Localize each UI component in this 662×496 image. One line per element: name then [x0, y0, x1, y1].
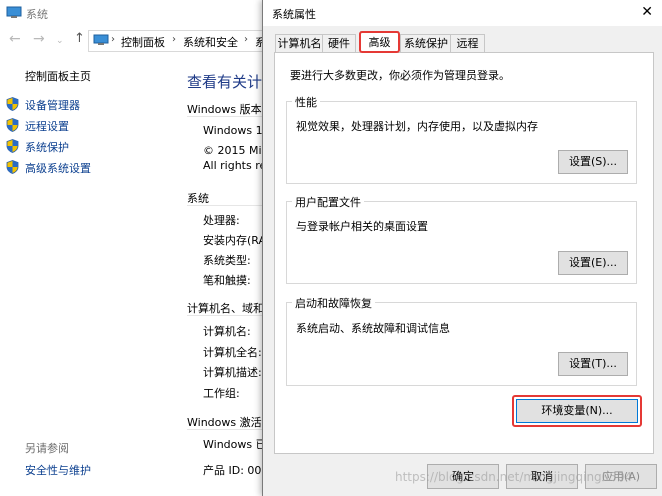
screen: 系统 ← → ⌄ ↑ › 控制面板 › 系统和安全 › 系 控制面板主页 设备管…: [0, 0, 662, 496]
sidebar-item-label: 高级系统设置: [25, 162, 91, 175]
system-type-label: 系统类型:: [203, 254, 251, 267]
tab-hardware[interactable]: 硬件: [322, 34, 356, 52]
section-divider: [187, 205, 262, 206]
user-profiles-group: 用户配置文件 与登录帐户相关的桌面设置 设置(E)...: [286, 194, 637, 284]
performance-group: 性能 视觉效果，处理器计划，内存使用，以及虚拟内存 设置(S)...: [286, 94, 637, 184]
shield-icon: [6, 139, 19, 153]
breadcrumb-separator-icon: ›: [172, 34, 176, 45]
close-icon[interactable]: ✕: [641, 3, 653, 21]
section-divider: [187, 116, 262, 117]
dialog-title: 系统属性: [272, 8, 316, 21]
full-name-label: 计算机全名:: [203, 346, 262, 359]
see-also-heading: 另请参阅: [25, 442, 69, 455]
user-profiles-settings-button[interactable]: 设置(E)...: [558, 251, 628, 275]
workgroup-label: 工作组:: [203, 387, 240, 400]
pen-touch-label: 笔和触摸:: [203, 274, 251, 287]
activation-heading: Windows 激活: [187, 416, 262, 429]
system-window-title: 系统: [26, 8, 48, 21]
shield-icon: [6, 118, 19, 132]
sidebar-item-label: 远程设置: [25, 120, 69, 133]
up-arrow-icon[interactable]: ↑: [74, 31, 85, 47]
windows-name: Windows 10: [203, 124, 270, 137]
control-panel-icon: [93, 34, 109, 45]
tab-system-protection[interactable]: 系统保护: [400, 34, 452, 52]
breadcrumb-separator-icon: ›: [111, 34, 115, 45]
windows-edition-heading: Windows 版本: [187, 103, 262, 116]
environment-variables-highlight: [512, 395, 642, 427]
activation-status: Windows 已: [203, 438, 267, 451]
admin-notice: 要进行大多数更改，你必须作为管理员登录。: [290, 69, 510, 82]
security-maintenance-link[interactable]: 安全性与维护: [25, 462, 91, 478]
computer-name-label: 计算机名:: [203, 325, 251, 338]
system-properties-dialog: 系统属性 ✕ 计算机名 硬件 高级 系统保护 远程 要进行大多数更改，你必须作为…: [262, 0, 662, 496]
watermark-text: https://blog.csdn.net/mingjingqing0504: [395, 470, 633, 484]
dialog-titlebar: 系统属性 ✕: [263, 0, 662, 26]
group-description: 与登录帐户相关的桌面设置: [296, 220, 428, 233]
forward-arrow-icon[interactable]: →: [33, 31, 45, 47]
back-arrow-icon[interactable]: ←: [9, 31, 21, 47]
shield-icon: [6, 160, 19, 174]
group-description: 视觉效果，处理器计划，内存使用，以及虚拟内存: [296, 120, 538, 133]
sidebar-item-label: 设备管理器: [25, 99, 80, 112]
tab-remote[interactable]: 远程: [450, 34, 485, 52]
advanced-tab-panel: 要进行大多数更改，你必须作为管理员登录。 性能 视觉效果，处理器计划，内存使用，…: [274, 52, 654, 454]
system-heading: 系统: [187, 192, 209, 205]
performance-settings-button[interactable]: 设置(S)...: [558, 150, 628, 174]
sidebar-item-label: 系统保护: [25, 141, 69, 154]
address-bar[interactable]: › 控制面板 › 系统和安全 › 系: [88, 30, 290, 52]
sidebar-home-link[interactable]: 控制面板主页: [25, 68, 91, 84]
breadcrumb-control-panel[interactable]: 控制面板: [121, 34, 165, 50]
group-title: 性能: [292, 94, 320, 110]
computer-icon: [6, 6, 22, 18]
shield-icon: [6, 97, 19, 111]
description-label: 计算机描述:: [203, 366, 262, 379]
tab-computer-name[interactable]: 计算机名: [275, 34, 324, 52]
breadcrumb-system-security[interactable]: 系统和安全: [183, 34, 238, 50]
recent-dropdown-icon[interactable]: ⌄: [56, 33, 64, 49]
advanced-tab-highlight: [359, 31, 400, 53]
startup-recovery-group: 启动和故障恢复 系统启动、系统故障和调试信息 设置(T)...: [286, 295, 637, 386]
section-divider: [187, 429, 262, 430]
startup-recovery-settings-button[interactable]: 设置(T)...: [558, 352, 628, 376]
breadcrumb-separator-icon: ›: [244, 34, 248, 45]
group-title: 启动和故障恢复: [292, 295, 375, 311]
group-description: 系统启动、系统故障和调试信息: [296, 322, 450, 335]
product-id: 产品 ID: 003: [203, 464, 269, 477]
group-title: 用户配置文件: [292, 194, 364, 210]
processor-label: 处理器:: [203, 214, 240, 227]
section-divider: [187, 315, 262, 316]
